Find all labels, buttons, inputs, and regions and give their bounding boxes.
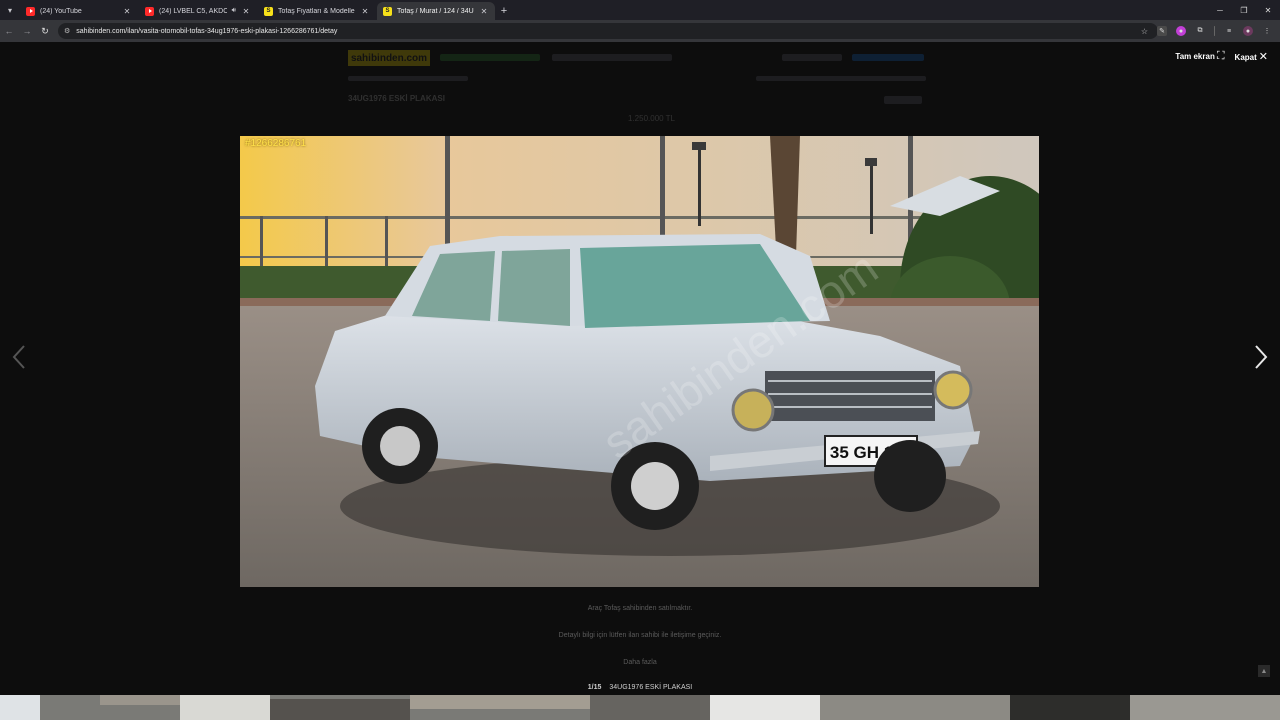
close-icon[interactable]: ✕ [360, 7, 370, 16]
bg-element [884, 96, 922, 104]
url-text[interactable]: sahibinden.com/ilan/vasita-otomobil-tofa… [76, 28, 337, 35]
photo-caption-bar: 1/15 34UG1976 ESKİ PLAKASI [0, 679, 1280, 695]
bookmark-star-icon[interactable]: ☆ [1141, 27, 1148, 36]
youtube-icon [26, 6, 35, 16]
minimize-icon[interactable]: ─ [1208, 0, 1232, 20]
tab-title: Tofaş / Murat / 124 / 34UG197 [397, 7, 474, 15]
tab-tofas-listing[interactable]: S Tofaş / Murat / 124 / 34UG197 ✕ [377, 2, 495, 20]
reload-icon[interactable]: ↻ [36, 20, 54, 42]
sahibinden-icon: S [383, 6, 392, 16]
next-photo-button[interactable] [1251, 342, 1271, 372]
back-icon[interactable]: ← [0, 20, 18, 42]
tab-title: Tofaş Fiyatları & Modelleri sahi [278, 7, 355, 15]
close-window-icon[interactable]: ✕ [1256, 0, 1280, 20]
description-line: Daha fazla [623, 659, 657, 666]
lightbox-controls: Tam ekran ⛶ Kapat ✕ [1175, 50, 1268, 63]
tab-title: (24) LVBEL C5, AKDO - COC [159, 7, 227, 15]
speaker-icon[interactable]: 🔊︎ [232, 7, 236, 15]
divider [1214, 26, 1215, 36]
photo-caption: 34UG1976 ESKİ PLAKASI [609, 683, 693, 691]
forward-icon[interactable]: → [18, 20, 36, 42]
chevron-left-icon [12, 345, 25, 369]
tab-title: (24) YouTube [40, 7, 82, 15]
pixel-art-background [0, 695, 1280, 720]
site-logo[interactable]: sahibinden.com [348, 50, 430, 66]
tab-search-button[interactable]: ▾ [0, 0, 20, 20]
sahibinden-icon: S [264, 6, 273, 16]
fullscreen-label: Tam ekran [1175, 52, 1215, 61]
extension-icon[interactable]: ✎ [1157, 26, 1167, 36]
extension-icon[interactable]: ● [1176, 26, 1186, 36]
close-icon[interactable]: ✕ [241, 7, 251, 16]
fullscreen-button[interactable]: Tam ekran ⛶ [1175, 50, 1224, 63]
maximize-icon[interactable]: ❐ [1232, 0, 1256, 20]
lightbox-overlay: sahibinden.com 34UG1976 ESKİ PLAKASI 1.2… [0, 42, 1280, 695]
browser-toolbar: ← → ↻ ⚙ sahibinden.com/ilan/vasita-otomo… [0, 20, 1280, 42]
desktop-background-strip [0, 695, 1280, 720]
tab-youtube-music[interactable]: (24) LVBEL C5, AKDO - COC 🔊︎ ✕ [139, 2, 257, 20]
fullscreen-icon: ⛶ [1216, 50, 1225, 62]
tab-youtube[interactable]: (24) YouTube ✕ [20, 2, 138, 20]
puzzle-icon[interactable]: ⧉ [1195, 26, 1205, 36]
avatar[interactable]: ● [1243, 26, 1253, 36]
scroll-top-button[interactable]: ▲ [1258, 665, 1270, 677]
close-label: Kapat [1234, 53, 1257, 62]
bg-element [552, 54, 672, 61]
bg-title: 34UG1976 ESKİ PLAKASI [348, 94, 445, 103]
new-tab-button[interactable]: + [496, 2, 512, 20]
extensions-area: ✎ ● ⧉ ≡ ● ⋮ [1157, 20, 1272, 42]
site-info-icon[interactable]: ⚙ [64, 27, 70, 35]
media-control-icon[interactable]: ≡ [1224, 26, 1234, 36]
address-bar[interactable]: ⚙ sahibinden.com/ilan/vasita-otomobil-to… [58, 23, 1158, 39]
close-button[interactable]: Kapat ✕ [1235, 50, 1268, 63]
listing-photo[interactable]: 35 GH 124 sahibinden.com #1266286761 [240, 136, 1039, 587]
bg-element [852, 54, 924, 61]
close-icon[interactable]: ✕ [122, 7, 132, 16]
bg-element [348, 76, 468, 81]
previous-photo-button[interactable] [9, 342, 29, 372]
listing-number: #1266286761 [245, 138, 307, 149]
bg-element [782, 54, 842, 61]
bg-element [756, 76, 926, 81]
bg-element [440, 54, 540, 61]
close-icon: ✕ [1258, 51, 1268, 63]
youtube-icon [145, 6, 154, 16]
close-icon[interactable]: ✕ [479, 7, 489, 16]
menu-icon[interactable]: ⋮ [1262, 26, 1272, 36]
car-photo: 35 GH 124 sahibinden.com [240, 136, 1039, 587]
description-line: Detaylı bilgi için lütfen ilan sahibi il… [558, 632, 722, 639]
photo-counter: 1/15 [587, 683, 602, 691]
browser-tabstrip: ▾ (24) YouTube ✕ (24) LVBEL C5, AKDO - C… [0, 0, 1280, 20]
tab-tofas-prices[interactable]: S Tofaş Fiyatları & Modelleri sahi ✕ [258, 2, 376, 20]
window-controls: ─ ❐ ✕ [1208, 0, 1280, 20]
description-line: Araç Tofaş sahibinden satılmaktır. [587, 605, 693, 612]
chevron-right-icon [1255, 345, 1268, 369]
bg-price: 1.250.000 TL [628, 114, 676, 123]
